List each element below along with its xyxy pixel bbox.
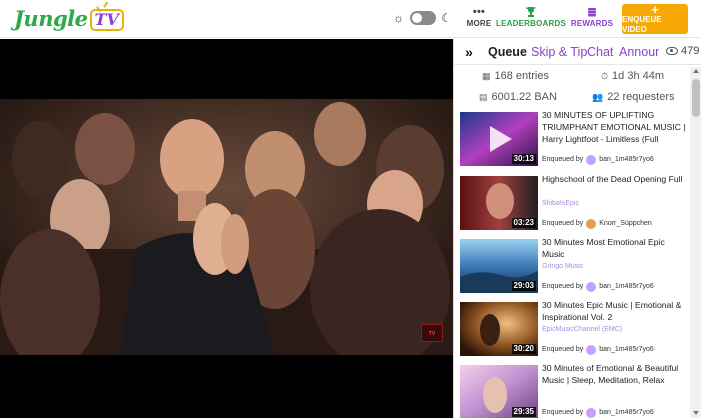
collapse-sidebar-button[interactable]: » [458, 42, 480, 62]
sidebar-tabs: » Queue Skip & Tip Chat Announ 479 [454, 39, 701, 65]
viewer-count-value: 479 [681, 45, 700, 57]
enqueued-by-label: Enqueued by [542, 220, 584, 227]
video-thumbnail: 03:23 [460, 176, 538, 230]
enqueued-by: Enqueued by ban_1m485r7yo6 [542, 408, 654, 418]
money-icon: ▤ [479, 91, 488, 102]
enqueued-by: Enqueued by ban_1m485r7yo6 [542, 282, 654, 292]
stopwatch-icon: ⏱ [601, 70, 609, 81]
queue-item[interactable]: 30:20 30 Minutes Epic Music | Emotional … [454, 299, 690, 359]
queue-scrollbar[interactable] [690, 67, 701, 418]
avatar [586, 408, 597, 418]
scroll-down-arrow[interactable] [693, 411, 699, 415]
video-still-image [0, 99, 453, 355]
enqueued-by: Enqueued by ban_1m485r7yo6 [542, 155, 654, 165]
enqueued-by-label: Enqueued by [542, 283, 584, 290]
tab-skip-tip[interactable]: Skip & Tip [531, 44, 587, 60]
channel-name[interactable]: EpicMusicChannel (EMC) [542, 325, 688, 335]
enqueue-label: ENQUEUE VIDEO [622, 14, 662, 34]
video-thumbnail: 30:13 [460, 112, 538, 166]
leaderboards-button[interactable]: LEADERBOARDS [496, 6, 566, 32]
stat-entries: ▦ 168 entries [482, 70, 549, 82]
enqueued-by: Enqueued by ban_1m485r7yo6 [542, 345, 654, 355]
video-frame: TV [0, 99, 453, 355]
stat-entries-value: 168 entries [494, 70, 549, 82]
avatar [586, 282, 597, 292]
stat-ban-total: ▤ 6001.22 BAN [479, 91, 557, 103]
video-thumbnail: 29:35 [460, 365, 538, 418]
channel-name[interactable]: Gringo Music [542, 262, 688, 272]
video-title: 30 Minutes Epic Music | Emotional & Insp… [542, 300, 682, 322]
video-title: 30 Minutes Most Emotional Epic Music [542, 237, 665, 259]
video-duration: 30:20 [511, 344, 536, 354]
video-thumbnail: 29:03 [460, 239, 538, 293]
queue-list: 30:13 30 MINUTES OF UPLIFTING TRIUMPHANT… [454, 109, 690, 418]
leaderboards-label: LEADERBOARDS [496, 19, 566, 28]
rewards-label: REWARDS [570, 19, 614, 28]
chevron-double-right-icon: » [465, 44, 473, 60]
stat-requesters: 👥 22 requesters [592, 91, 674, 103]
rewards-button[interactable]: REWARDS [571, 6, 613, 32]
avatar [586, 345, 597, 355]
plus-icon: + [651, 1, 659, 17]
video-player[interactable]: TV [0, 39, 453, 418]
moon-icon: ☾ [441, 11, 452, 25]
queue-stats: ▦ 168 entries ⏱ 1d 3h 44m ▤ 6001.22 BAN … [454, 67, 689, 111]
requester-name[interactable]: Knorr_Süppchen [599, 219, 652, 229]
tab-queue[interactable]: Queue [488, 44, 527, 60]
coins-icon [586, 6, 598, 19]
tab-announcements[interactable]: Announ [619, 44, 659, 60]
avatar [586, 155, 597, 165]
enqueued-by-label: Enqueued by [542, 409, 584, 416]
video-duration: 03:23 [511, 218, 536, 228]
video-duration: 29:35 [511, 407, 536, 417]
more-button[interactable]: ••• MORE [464, 6, 494, 32]
requester-name[interactable]: ban_1m485r7yo6 [599, 155, 654, 165]
video-title: 30 Minutes of Emotional & Beautiful Musi… [542, 363, 679, 385]
trophy-icon [525, 6, 537, 19]
list-icon: ▦ [482, 70, 491, 81]
stat-requesters-value: 22 requesters [607, 91, 675, 103]
queue-item[interactable]: 29:35 30 Minutes of Emotional & Beautifu… [454, 362, 690, 418]
users-icon: 👥 [592, 91, 604, 102]
requester-name[interactable]: ban_1m485r7yo6 [599, 345, 654, 355]
queue-item[interactable]: 03:23 Highschool of the Dead Opening Ful… [454, 173, 690, 233]
stat-ban-value: 6001.22 BAN [491, 91, 557, 103]
video-duration: 29:03 [511, 281, 536, 291]
scroll-up-arrow[interactable] [693, 69, 699, 73]
video-thumbnail: 30:20 [460, 302, 538, 356]
channel-name[interactable]: ShibaIsEpic [542, 199, 688, 209]
sun-icon: ☼ [393, 11, 404, 25]
enqueue-video-button[interactable]: + ENQUEUE VIDEO [622, 1, 688, 34]
stat-time-value: 1d 3h 44m [612, 70, 665, 82]
requester-name[interactable]: ban_1m485r7yo6 [599, 408, 654, 418]
avatar [586, 219, 597, 229]
scrollbar-thumb[interactable] [692, 79, 700, 117]
logo-tv-badge: TV [89, 9, 124, 31]
channel-watermark: TV [421, 324, 443, 342]
queue-item[interactable]: 30:13 30 MINUTES OF UPLIFTING TRIUMPHANT… [454, 109, 690, 169]
requester-name[interactable]: ban_1m485r7yo6 [599, 282, 654, 292]
logo-text: Jungle [14, 6, 88, 31]
sidebar-panel: » Queue Skip & Tip Chat Announ 479 ▦ 168… [453, 39, 701, 418]
viewer-count: 479 [666, 45, 699, 57]
tab-chat[interactable]: Chat [587, 44, 613, 60]
enqueued-by: Enqueued by Knorr_Süppchen [542, 219, 652, 229]
ellipsis-icon: ••• [472, 6, 486, 18]
video-duration: 30:13 [511, 154, 536, 164]
dark-mode-switch[interactable] [410, 11, 436, 25]
enqueued-by-label: Enqueued by [542, 346, 584, 353]
enqueued-by-label: Enqueued by [542, 156, 584, 163]
more-label: MORE [466, 19, 492, 28]
top-navbar: Jungle TV ☼ ☾ ••• MORE LEADERBOARDS REWA… [0, 0, 701, 38]
eye-icon [666, 47, 678, 55]
jungletv-logo[interactable]: Jungle TV [14, 5, 124, 33]
theme-toggle[interactable]: ☼ ☾ [393, 11, 452, 25]
stat-remaining-time: ⏱ 1d 3h 44m [601, 70, 664, 82]
queue-item[interactable]: 29:03 30 Minutes Most Emotional Epic Mus… [454, 236, 690, 296]
video-title: 30 MINUTES OF UPLIFTING TRIUMPHANT EMOTI… [542, 110, 686, 144]
video-title: Highschool of the Dead Opening Full [542, 174, 683, 184]
